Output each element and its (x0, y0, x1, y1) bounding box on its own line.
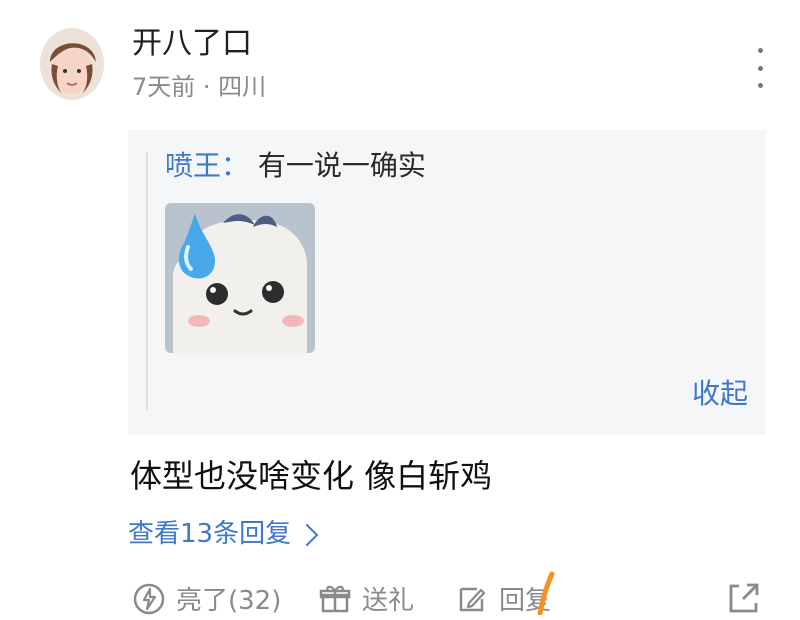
gift-button[interactable]: 送礼 (318, 580, 414, 617)
like-button[interactable]: 亮了(32) (132, 580, 281, 617)
share-button[interactable] (726, 580, 762, 620)
collapse-button[interactable]: 收起 (692, 372, 748, 412)
quote-body: 有一说一确实 (257, 149, 426, 182)
reply-button[interactable]: 回复 (455, 580, 551, 617)
sticker-art (165, 203, 315, 353)
quote-author[interactable]: 喷王： (165, 149, 249, 182)
lightning-icon (133, 583, 165, 614)
username[interactable]: 开八了口 (132, 26, 252, 62)
avatar[interactable] (40, 28, 104, 100)
view-replies-label: 查看13条回复 (128, 519, 292, 549)
edit-reply-icon (459, 587, 486, 611)
more-dot (757, 48, 763, 53)
sticker-image[interactable] (165, 203, 315, 353)
comment-meta: 7天前 · 四川 (132, 73, 267, 101)
share-icon (729, 583, 759, 613)
gift-icon (319, 585, 351, 612)
like-label: 亮了(32) (176, 586, 282, 616)
quoted-comment: 喷王： 有一说一确实 收起 (128, 130, 766, 435)
reply-label: 回复 (499, 586, 552, 616)
more-dot (757, 65, 763, 71)
gift-label: 送礼 (362, 586, 415, 616)
more-icon[interactable] (748, 48, 772, 88)
view-replies-link[interactable]: 查看13条回复 (128, 518, 319, 550)
avatar-image (40, 28, 104, 100)
more-dot (757, 83, 763, 88)
quote-divider (146, 152, 148, 410)
chevron-right-icon (295, 523, 319, 547)
quote-text: 喷王： 有一说一确实 (165, 148, 426, 184)
comment-content: 体型也没啥变化 像白斩鸡 (130, 457, 493, 495)
comment-actions: 亮了(32) 送礼 回复 (0, 576, 800, 617)
